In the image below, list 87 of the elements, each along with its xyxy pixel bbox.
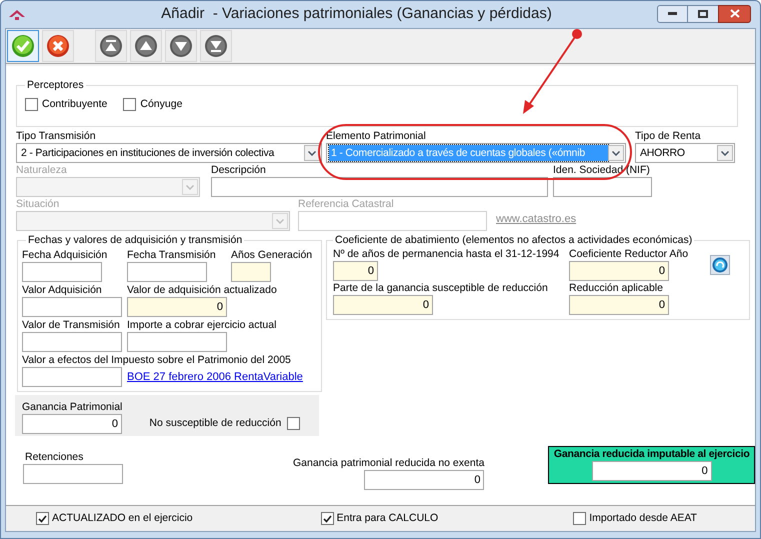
dropdown-arrow-button[interactable] [304,145,320,161]
field-label: Coeficiente de abatimiento (elementos no afectos a actividades económicas) [335,234,692,247]
boe-link[interactable]: BOE 27 febrero 2006 RentaVariable [127,368,303,385]
arrow-down-bar-icon [204,34,228,58]
text-field[interactable]: 0 [333,261,378,281]
field-label: Naturaleza [16,164,67,177]
window-title: Añadir - Variaciones patrimoniales (Ganancias y pérdidas) [160,4,553,24]
field-label: Tipo Transmisión [16,130,96,143]
checkbox[interactable] [123,98,136,111]
imputable-field[interactable]: 0 [592,461,712,481]
text-field[interactable]: 0 [127,297,227,317]
checkmark-icon [38,514,47,522]
field-label: Nº de años de permanencia hasta el 31-12-1994 [333,248,560,261]
field-label: Situación [16,198,60,211]
field-label: Valor de Transmisión [22,319,120,332]
checkbox[interactable] [287,417,300,430]
checkbox-label: ACTUALIZADO en el ejercicio [52,512,193,525]
field-label: Fecha Adquisición [22,249,108,262]
text-field[interactable]: 0 [569,261,669,281]
field-label: Ganancia patrimonial reducida no exenta [293,457,484,470]
text-field[interactable] [22,332,122,352]
chevron-down-icon [276,218,284,224]
chevron-down-icon [186,184,194,190]
checkmark-icon [322,514,332,522]
checkbox[interactable] [320,512,334,525]
field-label: Iden. Sociedad (NIF) [553,164,650,177]
field-label: Valor de adquisición actualizado [127,284,277,297]
field-label: Reducción aplicable [569,282,663,295]
dropdown-arrow-button[interactable] [608,145,624,161]
text-field[interactable] [127,332,227,352]
field-label: Coeficiente Reductor Año [569,248,688,261]
checkmark-icon [11,34,35,58]
text-field[interactable] [127,262,207,282]
chevron-down-icon [612,150,620,156]
field-label: Valor Adquisición [22,284,102,297]
text-field[interactable]: 0 [569,295,669,315]
text-field[interactable]: 0 [333,295,433,315]
arrow-down-icon [169,34,193,58]
dropdown[interactable]: AHORRO [635,143,735,163]
close-icon [46,34,70,58]
field-label: Parte de la ganancia susceptible de reducción [333,282,548,295]
maximize-icon [698,10,708,18]
toolbar-button[interactable] [7,30,39,62]
field-label: Años Generación [231,249,312,262]
arrow-up-icon [134,34,158,58]
checkbox[interactable] [36,512,49,525]
checkbox[interactable] [573,512,586,525]
field-label: Descripción [211,164,266,177]
maximize-button[interactable] [688,4,718,22]
chevron-down-icon [721,150,729,156]
arrow-up-bar-icon [99,34,123,58]
checkbox-label: Entra para CALCULO [336,512,438,525]
dropdown-arrow-button[interactable] [717,145,733,161]
text-field[interactable] [22,367,122,387]
refresh-icon [712,257,728,273]
checkbox-label: Cónyuge [140,98,182,111]
field-label: Ganancia Patrimonial [22,401,122,414]
text-field[interactable] [22,297,122,317]
checkbox-label: No susceptible de reducción [149,417,282,430]
field-label: Retenciones [25,451,84,464]
field-label: Fecha Transmisión [127,249,216,262]
field-label: Valor a efectos del Impuesto sobre el Patrimonio del 2005 [22,354,291,367]
text-field[interactable] [22,262,102,282]
minimize-button[interactable] [657,4,688,22]
field-label: Ganancia reducida imputable al ejercicio [554,448,750,461]
checkbox-label: Importado desde AEAT [589,512,697,525]
text-field[interactable] [231,262,271,282]
dropdown[interactable]: 2 - Participaciones en instituciones de inversión colectiva [16,143,322,163]
checkbox[interactable] [25,98,38,111]
text-field[interactable] [23,464,123,484]
text-field[interactable] [211,177,548,197]
field-label: Fechas y valores de adquisición y transmisión [28,234,242,247]
minimize-icon [668,12,677,15]
app-icon [8,8,26,20]
field-label: Referencia Catastral [298,198,394,211]
text-field[interactable] [553,177,652,197]
close-icon [730,9,740,18]
close-button[interactable] [718,4,751,22]
chevron-down-icon [308,150,316,156]
refresh-button[interactable] [710,255,730,275]
text-field[interactable]: 0 [22,414,122,434]
field-label: Perceptores [27,79,84,92]
checkbox-label: Contribuyente [42,98,108,111]
field-label: Importe a cobrar ejercicio actual [127,319,276,332]
field-label: Elemento Patrimonial [326,130,426,143]
text-field[interactable]: 0 [364,470,484,490]
field-label: Tipo de Renta [635,130,701,143]
